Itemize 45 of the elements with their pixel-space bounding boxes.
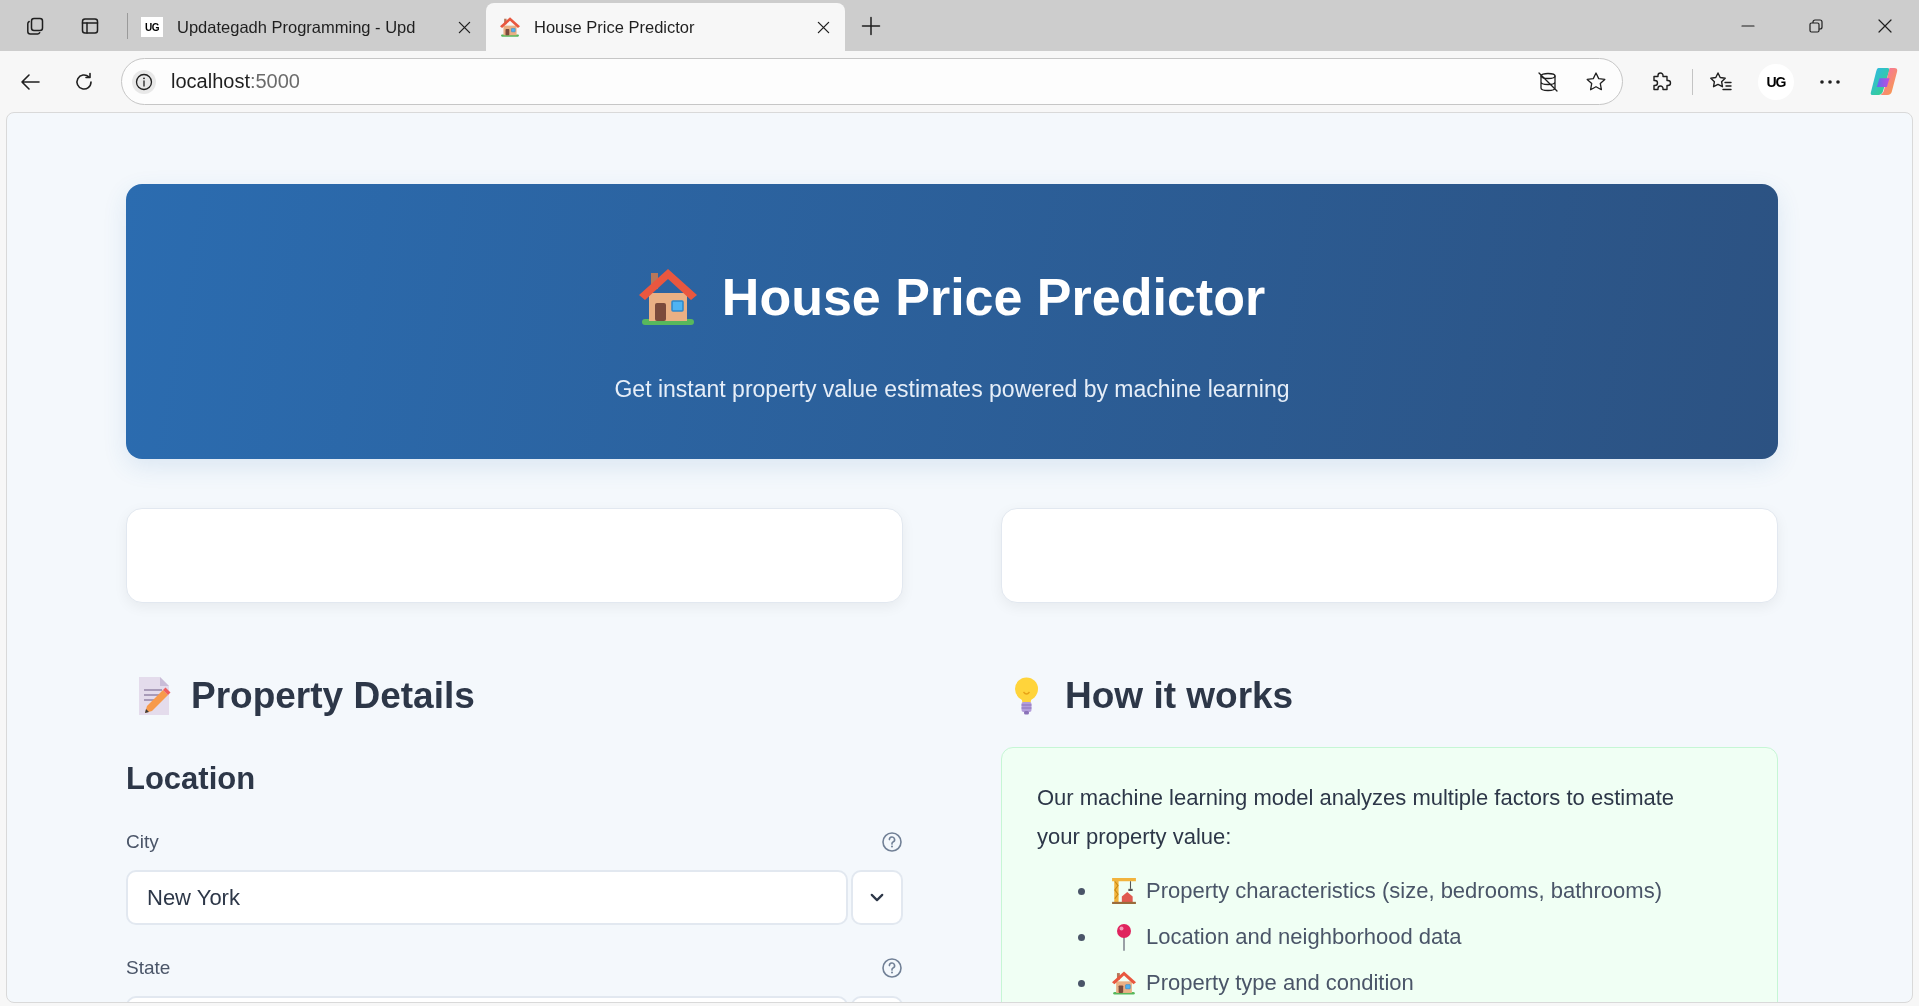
- site-logo: UG: [141, 17, 163, 37]
- copilot-icon[interactable]: [1870, 68, 1898, 95]
- browser-tab[interactable]: UG Updategadh Programming - Upd: [130, 3, 486, 51]
- new-tab-icon[interactable]: [861, 15, 881, 36]
- select-field[interactable]: New York: [126, 870, 848, 925]
- page-subtitle: Get instant property value estimates powered by machine learning: [614, 375, 1290, 404]
- lightbulb-icon: [1014, 677, 1039, 715]
- chevron-icon: [870, 893, 884, 902]
- close-icon[interactable]: [458, 20, 471, 34]
- factor-text: Property type and condition: [1146, 970, 1414, 996]
- url-text[interactable]: localhost:5000: [171, 70, 1537, 93]
- memo-icon: [138, 676, 171, 716]
- close-icon[interactable]: [817, 20, 830, 34]
- restore-icon[interactable]: [1809, 18, 1823, 33]
- section-heading: Property Details: [191, 675, 475, 717]
- info-icon[interactable]: [132, 69, 156, 94]
- field-label: City: [126, 831, 159, 853]
- help-icon[interactable]: [882, 958, 902, 978]
- house-icon: [1112, 971, 1136, 995]
- profile-button[interactable]: UG: [1758, 63, 1794, 100]
- pin-icon: [1117, 923, 1131, 951]
- workspaces-icon[interactable]: [25, 15, 45, 36]
- address-bar[interactable]: localhost:5000: [121, 58, 1623, 105]
- close-icon[interactable]: [1878, 18, 1892, 33]
- bullet-icon: [1078, 979, 1085, 987]
- refresh-icon[interactable]: [73, 70, 95, 93]
- house-icon: [500, 17, 520, 37]
- page-title: House Price Predictor: [721, 267, 1266, 327]
- factor-text: Property characteristics (size, bedrooms, bathrooms): [1146, 878, 1662, 904]
- browser-tab[interactable]: House Price Predictor: [486, 3, 845, 51]
- crane-icon: [1112, 878, 1136, 904]
- intro-text: Our machine learning model analyzes multiple factors to estimate your property value:: [1037, 784, 1676, 851]
- subsection-heading: Location: [126, 760, 257, 798]
- more-icon[interactable]: [1819, 78, 1841, 85]
- section-heading: How it works: [1065, 675, 1294, 717]
- help-icon[interactable]: [882, 832, 902, 852]
- bullet-icon: [1078, 887, 1085, 895]
- factor-text: Location and neighborhood data: [1146, 924, 1462, 950]
- tracking-prevention-icon[interactable]: [1537, 70, 1559, 93]
- bullet-icon: [1078, 933, 1085, 941]
- vertical-tabs-icon[interactable]: [80, 15, 100, 36]
- puzzle-icon[interactable]: [1650, 70, 1672, 93]
- house-icon: [638, 267, 697, 327]
- star-icon[interactable]: [1585, 70, 1607, 93]
- field-label: State: [126, 957, 171, 979]
